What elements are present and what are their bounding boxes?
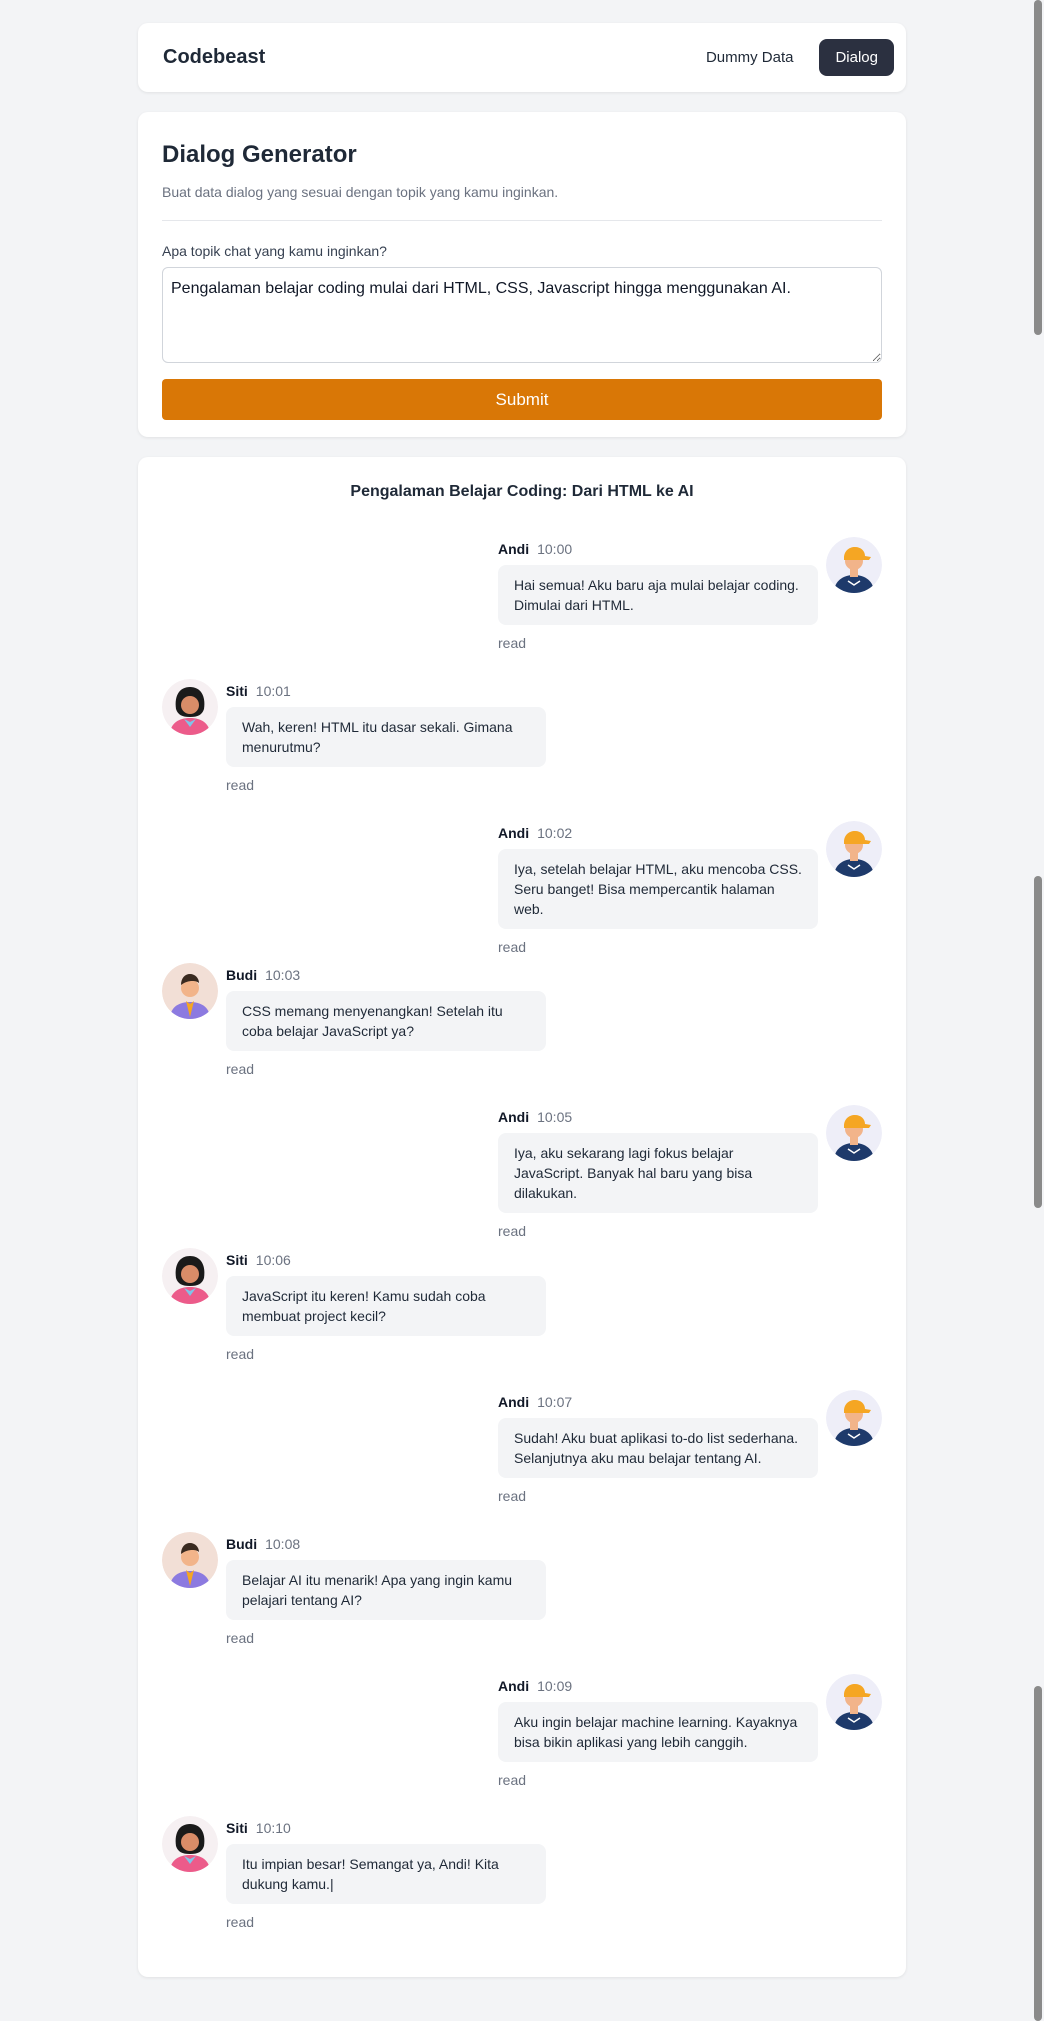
message-bubble: Hai semua! Aku baru aja mulai belajar co… [498,565,818,625]
message-meta: Andi 10:05 [498,1109,572,1125]
read-status: read [226,1914,255,1930]
man-cap-avatar [826,1390,882,1446]
man-scarf-avatar [162,1532,218,1588]
read-status: read [498,1223,527,1239]
message-bubble: Belajar AI itu menarik! Apa yang ingin k… [226,1560,546,1620]
navbar: Codebeast Dummy Data Dialog [138,23,906,92]
man-cap-avatar [826,1105,882,1161]
message-meta: Andi 10:02 [498,825,572,841]
message-meta: Budi 10:08 [226,1536,300,1552]
sender-name: Budi [226,967,258,983]
woman-avatar [162,679,218,735]
divider [162,220,882,221]
sender-name: Budi [226,1536,258,1552]
read-status: read [498,1488,527,1504]
read-status: read [498,1772,527,1788]
sender-name: Andi [498,1678,530,1694]
message-meta: Andi 10:07 [498,1394,572,1410]
message-meta: Andi 10:09 [498,1678,572,1694]
message-bubble: JavaScript itu keren! Kamu sudah coba me… [226,1276,546,1336]
message-time: 10:03 [265,967,301,983]
message-time: 10:08 [265,1536,301,1552]
read-status: read [226,1630,255,1646]
sender-name: Andi [498,541,530,557]
nav-link-dialog[interactable]: Dialog [819,39,894,76]
read-status: read [226,1346,255,1362]
message-meta: Budi 10:03 [226,967,300,983]
chat-card: Pengalaman Belajar Coding: Dari HTML ke … [138,457,906,1977]
message-bubble: Itu impian besar! Semangat ya, Andi! Kit… [226,1844,546,1904]
scrollbar-thumb-middle[interactable] [1034,876,1042,1208]
read-status: read [226,777,255,793]
page-title: Dialog Generator [162,141,357,168]
read-status: read [498,939,527,955]
message-time: 10:09 [537,1678,573,1694]
dialog-generator-card: Dialog Generator Buat data dialog yang s… [138,112,906,437]
man-cap-avatar [826,1674,882,1730]
read-status: read [498,635,527,651]
chat-title: Pengalaman Belajar Coding: Dari HTML ke … [350,483,694,500]
message-bubble: Iya, aku sekarang lagi fokus belajar Jav… [498,1133,818,1213]
page-subtitle: Buat data dialog yang sesuai dengan topi… [162,184,559,200]
message-meta: Siti 10:10 [226,1820,291,1836]
woman-avatar [162,1816,218,1872]
message-bubble: Sudah! Aku buat aplikasi to-do list sede… [498,1418,818,1478]
message-bubble: CSS memang menyenangkan! Setelah itu cob… [226,991,546,1051]
nav-links: Dummy Data Dialog [690,39,894,76]
woman-avatar [162,1248,218,1304]
scrollbar-thumb-bottom[interactable] [1034,1686,1042,2021]
sender-name: Andi [498,825,530,841]
sender-name: Andi [498,1109,530,1125]
topic-textarea[interactable]: Pengalaman belajar coding mulai dari HTM… [162,267,882,363]
message-time: 10:10 [255,1820,291,1836]
message-bubble: Wah, keren! HTML itu dasar sekali. Giman… [226,707,546,767]
message-meta: Siti 10:06 [226,1252,291,1268]
message-bubble: Iya, setelah belajar HTML, aku mencoba C… [498,849,818,929]
message-time: 10:06 [255,1252,291,1268]
brand-logo[interactable]: Codebeast [163,46,265,69]
nav-link-dummy-data[interactable]: Dummy Data [690,39,810,76]
sender-name: Siti [226,1820,248,1836]
scrollbar-thumb-top[interactable] [1034,0,1042,335]
message-bubble: Aku ingin belajar machine learning. Kaya… [498,1702,818,1762]
scrollbar[interactable] [1032,0,1044,2021]
man-cap-avatar [826,821,882,877]
man-cap-avatar [826,537,882,593]
man-scarf-avatar [162,963,218,1019]
message-time: 10:07 [537,1394,573,1410]
sender-name: Andi [498,1394,530,1410]
topic-label: Apa topik chat yang kamu inginkan? [162,243,387,259]
read-status: read [226,1061,255,1077]
message-time: 10:00 [537,541,573,557]
message-meta: Siti 10:01 [226,683,291,699]
submit-button[interactable]: Submit [162,379,882,420]
sender-name: Siti [226,1252,248,1268]
message-time: 10:01 [255,683,291,699]
message-time: 10:05 [537,1109,573,1125]
message-time: 10:02 [537,825,573,841]
message-meta: Andi 10:00 [498,541,572,557]
sender-name: Siti [226,683,248,699]
